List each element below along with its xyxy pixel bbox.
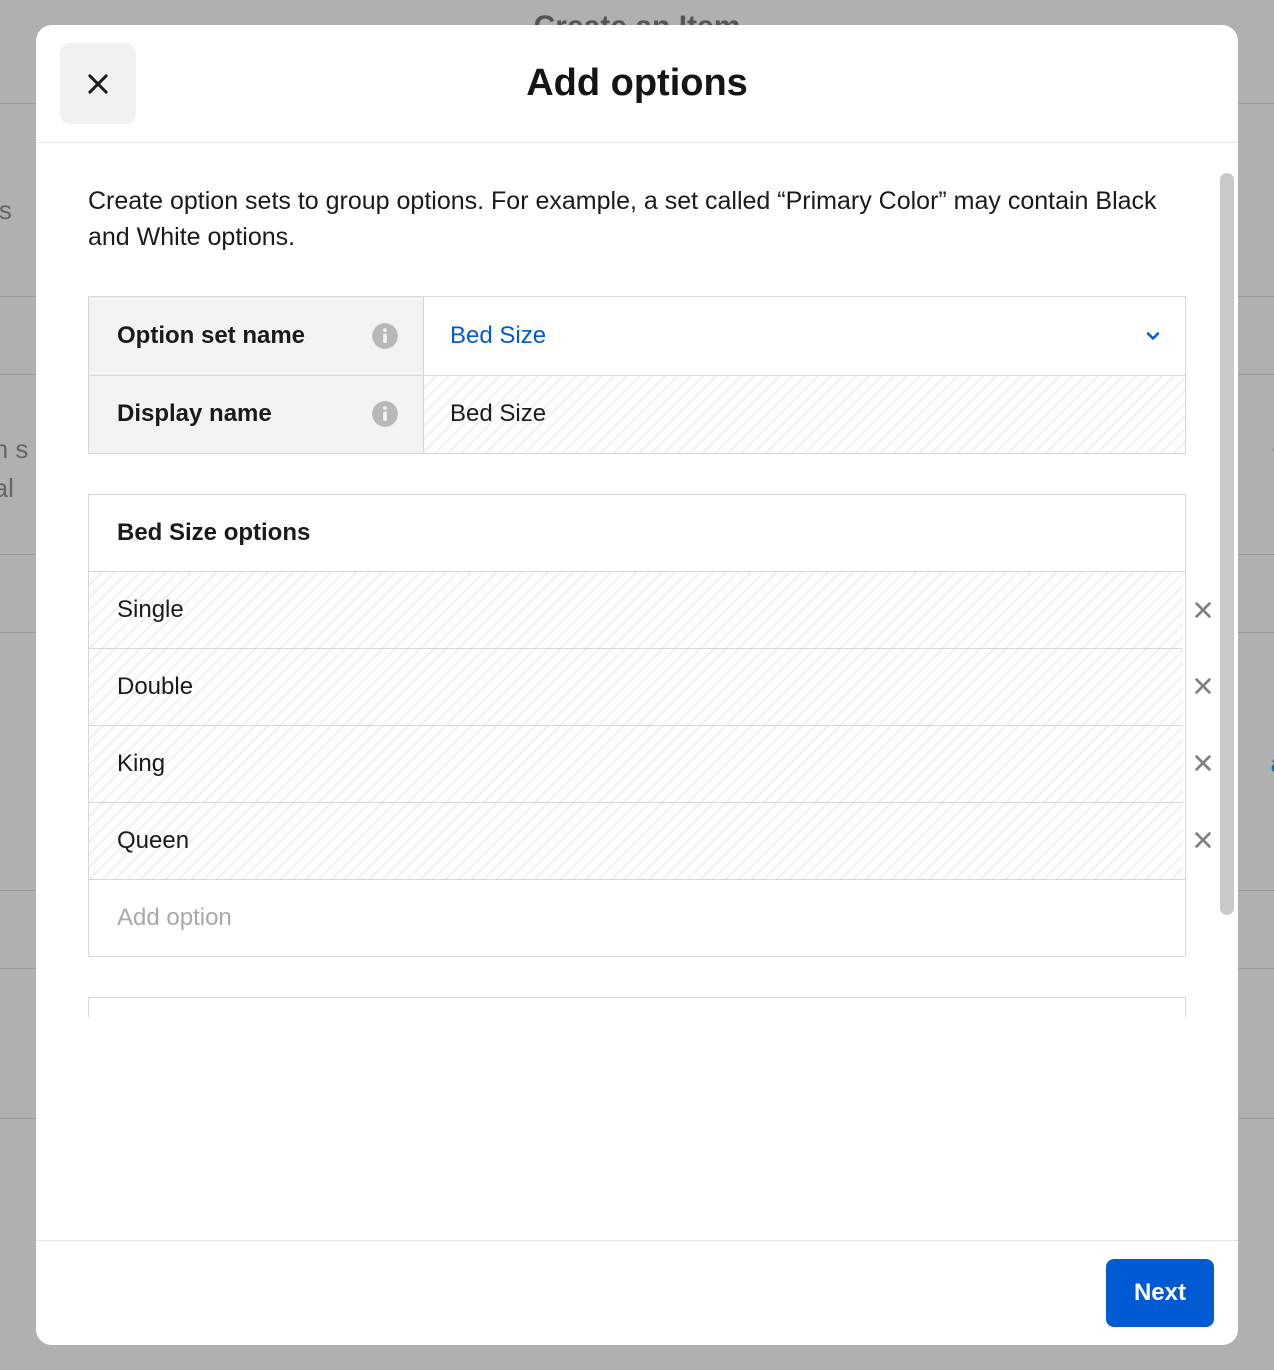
remove-option-button[interactable] bbox=[1187, 747, 1219, 779]
next-section bbox=[88, 997, 1186, 1017]
option-row: Single bbox=[89, 572, 1185, 648]
option-row: Double bbox=[89, 648, 1185, 725]
option-item-field[interactable]: Single bbox=[89, 572, 1183, 648]
modal-footer: Next bbox=[36, 1240, 1238, 1345]
config-label-cell: Option set name bbox=[89, 297, 424, 375]
modal-description: Create option sets to group options. For… bbox=[88, 183, 1186, 256]
remove-option-button[interactable] bbox=[1187, 670, 1219, 702]
modal-title: Add options bbox=[526, 62, 748, 105]
info-icon[interactable] bbox=[371, 322, 399, 350]
info-icon[interactable] bbox=[371, 400, 399, 428]
remove-option-button[interactable] bbox=[1187, 594, 1219, 626]
config-table: Option set name Bed Size Display n bbox=[88, 296, 1186, 454]
close-button[interactable] bbox=[60, 43, 136, 124]
option-row: King bbox=[89, 725, 1185, 802]
chevron-down-icon bbox=[1143, 326, 1163, 346]
display-name-value: Bed Size bbox=[450, 400, 546, 428]
option-item-field[interactable]: Double bbox=[89, 648, 1183, 725]
option-item-field[interactable]: Queen bbox=[89, 802, 1183, 879]
options-header: Bed Size options bbox=[89, 495, 1185, 572]
close-icon bbox=[1192, 599, 1214, 621]
remove-option-button[interactable] bbox=[1187, 824, 1219, 856]
backdrop-text: ons bbox=[0, 195, 12, 226]
modal-header: Add options bbox=[36, 25, 1238, 143]
config-label-cell: Display name bbox=[89, 376, 424, 453]
display-name-field[interactable]: Bed Size bbox=[424, 376, 1185, 453]
option-set-name-select[interactable]: Bed Size bbox=[424, 297, 1185, 375]
option-set-name-label: Option set name bbox=[117, 322, 305, 350]
option-item-field[interactable]: King bbox=[89, 725, 1183, 802]
option-set-name-row: Option set name Bed Size bbox=[89, 297, 1185, 375]
scrollbar[interactable] bbox=[1220, 173, 1234, 915]
option-row: Queen bbox=[89, 802, 1185, 879]
close-icon bbox=[84, 70, 112, 98]
close-icon bbox=[1192, 829, 1214, 851]
add-options-modal: Add options Create option sets to group … bbox=[36, 25, 1238, 1345]
display-name-label: Display name bbox=[117, 400, 272, 428]
next-button[interactable]: Next bbox=[1106, 1259, 1214, 1327]
add-option-input[interactable]: Add option bbox=[89, 879, 1185, 956]
display-name-row: Display name Bed Size bbox=[89, 375, 1185, 453]
backdrop-text: om s mal bbox=[0, 430, 28, 508]
modal-body: Create option sets to group options. For… bbox=[36, 143, 1238, 1240]
options-box: Bed Size options Single Double bbox=[88, 494, 1186, 957]
close-icon bbox=[1192, 752, 1214, 774]
close-icon bbox=[1192, 675, 1214, 697]
option-set-name-value: Bed Size bbox=[450, 322, 546, 350]
